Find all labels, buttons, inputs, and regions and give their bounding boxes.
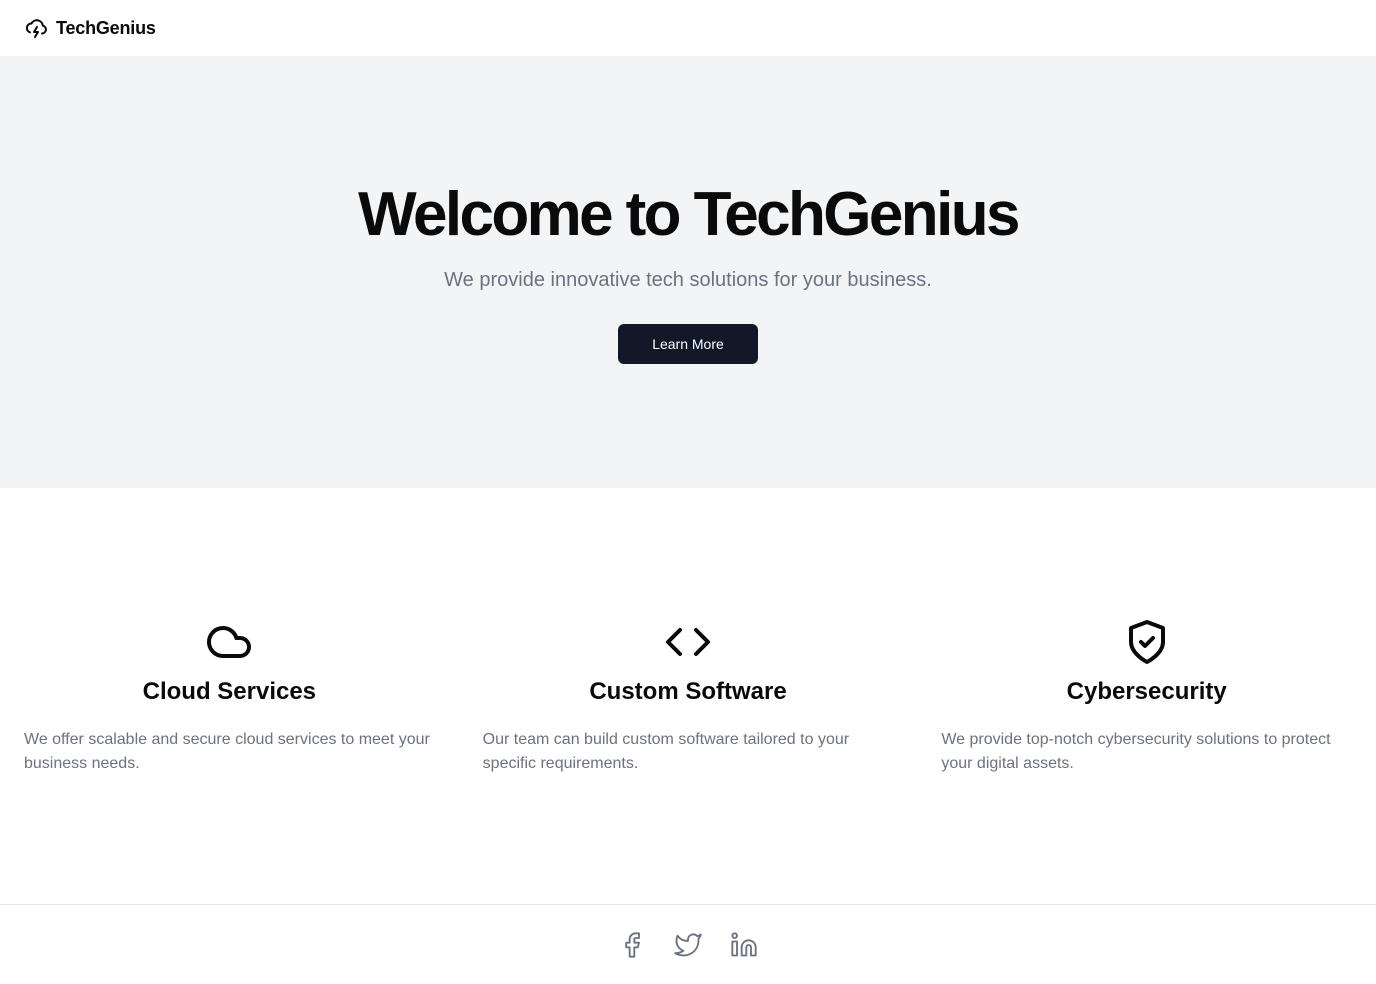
learn-more-button[interactable]: Learn More (618, 324, 758, 364)
hero-title: Welcome to TechGenius (358, 180, 1020, 249)
code-icon (664, 618, 712, 666)
twitter-icon[interactable] (674, 931, 702, 959)
features-section: Cloud Services We offer scalable and sec… (0, 488, 1376, 904)
brand-link[interactable]: TechGenius (24, 16, 156, 40)
feature-cybersecurity: Cybersecurity We provide top-notch cyber… (941, 618, 1352, 904)
feature-custom-software: Custom Software Our team can build custo… (483, 618, 894, 904)
brand-name: TechGenius (56, 17, 156, 38)
hero-section: Welcome to TechGenius We provide innovat… (0, 56, 1376, 488)
feature-description: We offer scalable and secure cloud servi… (24, 731, 430, 772)
feature-title: Cybersecurity (1066, 678, 1227, 705)
cloud-icon (205, 618, 253, 666)
site-footer (0, 904, 1376, 984)
feature-description: We provide top-notch cybersecurity solut… (941, 731, 1331, 772)
facebook-icon[interactable] (618, 931, 646, 959)
linkedin-icon[interactable] (730, 931, 758, 959)
feature-title: Custom Software (589, 678, 787, 705)
shield-check-icon (1123, 618, 1171, 666)
feature-description: Our team can build custom software tailo… (482, 731, 850, 772)
feature-title: Cloud Services (142, 678, 317, 705)
hero-subtitle: We provide innovative tech solutions for… (444, 269, 932, 291)
site-header: TechGenius (0, 0, 1376, 56)
feature-cloud-services: Cloud Services We offer scalable and sec… (24, 618, 435, 904)
cloud-lightning-icon (24, 16, 48, 40)
